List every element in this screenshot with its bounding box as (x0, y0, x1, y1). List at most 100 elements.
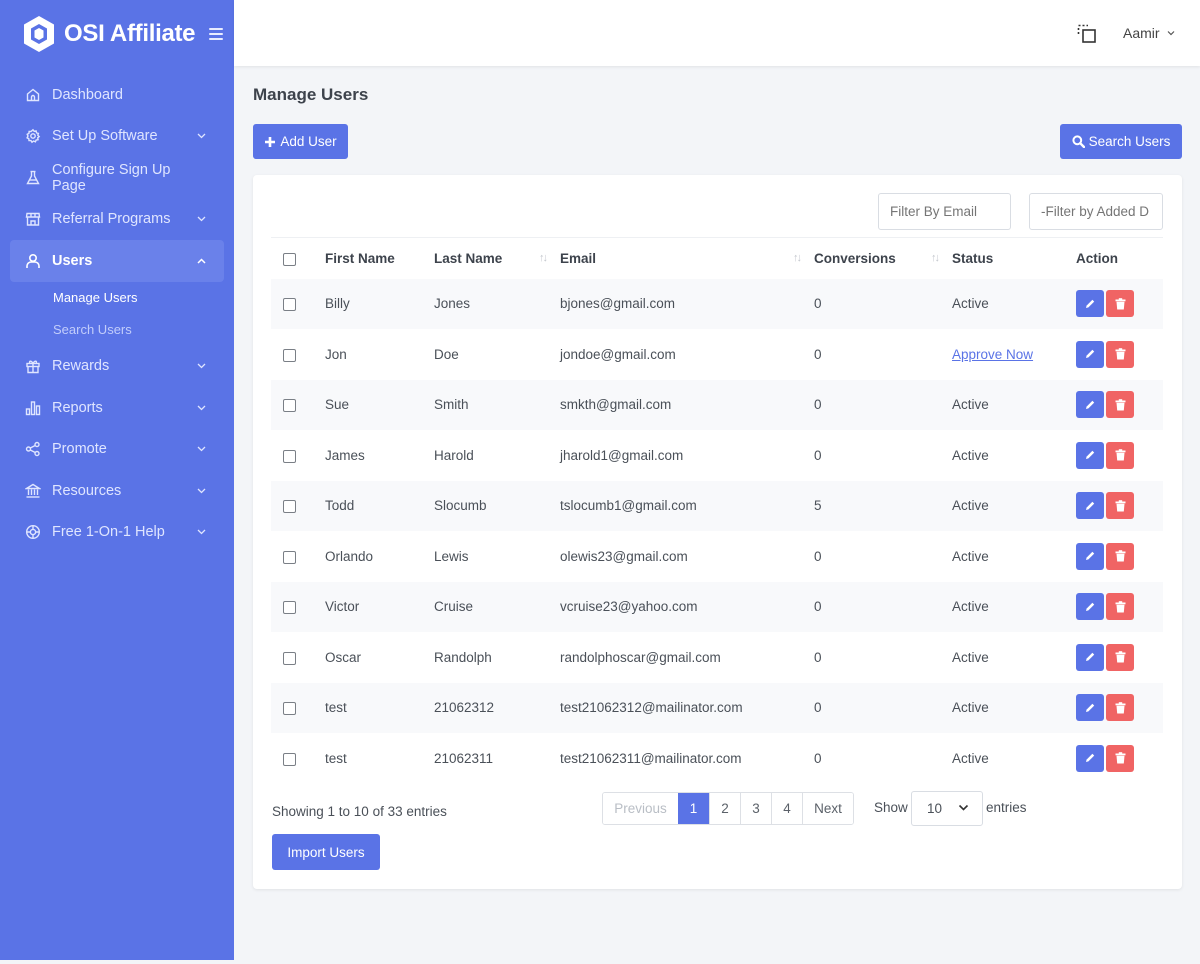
page-size-value: 10 (927, 801, 943, 816)
pagination-page-2[interactable]: 2 (709, 793, 740, 824)
edit-button[interactable] (1076, 593, 1104, 621)
delete-button[interactable] (1106, 593, 1134, 621)
status-cell: Active (952, 279, 1076, 330)
delete-button[interactable] (1106, 340, 1134, 368)
delete-button[interactable] (1106, 694, 1134, 722)
sidebar-item-referral-programs[interactable]: Referral Programs (10, 199, 224, 241)
table-row: Sue Smith smkth@gmail.com 0 Active (271, 379, 1163, 431)
edit-button[interactable] (1076, 391, 1104, 419)
delete-button[interactable] (1106, 290, 1134, 318)
column-header-last-name[interactable]: Last Name ↑↓ (434, 237, 560, 279)
sidebar-item-dashboard[interactable]: Dashboard (10, 74, 224, 116)
sidebar-item-set-up-software[interactable]: Set Up Software (10, 116, 224, 158)
row-checkbox[interactable] (283, 702, 296, 716)
sidebar-item-promote[interactable]: Promote (10, 429, 224, 471)
search-icon (1072, 135, 1085, 148)
home-icon (24, 86, 42, 104)
sidebar-subitem-manage-users[interactable]: Manage Users (53, 282, 224, 314)
trash-icon (1115, 600, 1125, 613)
first-name-cell: Orlando (325, 548, 374, 564)
row-checkbox-cell (271, 582, 325, 633)
edit-button[interactable] (1076, 643, 1104, 671)
sidebar-item-resources[interactable]: Resources (10, 470, 224, 512)
column-header-email[interactable]: Email ↑↓ (560, 237, 814, 279)
user-icon (24, 252, 42, 270)
trash-icon (1115, 449, 1125, 461)
last-name-cell: 21062311 (434, 750, 494, 766)
delete-button[interactable] (1106, 391, 1134, 419)
column-header-first-name[interactable]: First Name (325, 237, 434, 279)
row-checkbox-cell (271, 279, 325, 330)
column-header-status[interactable]: Status (952, 237, 1076, 279)
edit-button[interactable] (1076, 694, 1104, 722)
row-checkbox[interactable] (283, 449, 296, 463)
hamburger-menu-icon[interactable] (209, 28, 224, 40)
brand-name: OSI Affiliate (64, 20, 196, 47)
table-row: Orlando Lewis olewis23@gmail.com 0 Activ… (271, 531, 1163, 582)
select-all-checkbox[interactable] (283, 252, 296, 266)
row-checkbox[interactable] (283, 298, 296, 312)
action-cell (1076, 329, 1163, 380)
page-size-select[interactable]: 10 (911, 791, 983, 826)
pagination-previous[interactable]: Previous (603, 793, 678, 824)
trash-icon (1115, 651, 1125, 663)
status-text: Active (952, 296, 989, 312)
sidebar-item-configure-sign-up-page[interactable]: Configure Sign Up Page (10, 157, 224, 199)
delete-button[interactable] (1106, 492, 1134, 520)
user-menu[interactable]: Aamir (1123, 25, 1175, 41)
import-users-button[interactable]: Import Users (272, 834, 380, 870)
filter-by-email-input[interactable] (878, 193, 1011, 230)
first-name-cell: Billy (325, 296, 350, 312)
row-checkbox-cell (271, 329, 325, 380)
sidebar-item-free-help[interactable]: Free 1-On-1 Help (10, 512, 224, 554)
delete-button[interactable] (1106, 542, 1134, 570)
row-checkbox[interactable] (283, 752, 296, 766)
lifebuoy-icon (24, 523, 42, 541)
store-icon (24, 210, 42, 228)
pencil-icon (1086, 350, 1095, 359)
action-cell (1076, 380, 1163, 431)
action-cell (1076, 430, 1163, 481)
filter-by-added-date-input[interactable] (1029, 193, 1163, 230)
delete-button[interactable] (1106, 441, 1134, 469)
edit-button[interactable] (1076, 340, 1104, 368)
approve-now-link[interactable]: Approve Now (952, 347, 1033, 362)
fullscreen-icon[interactable] (1077, 24, 1097, 44)
edit-button[interactable] (1076, 441, 1104, 469)
sidebar-item-rewards[interactable]: Rewards (10, 346, 224, 388)
row-checkbox[interactable] (283, 550, 296, 564)
table-row: Jon Doe jondoe@gmail.com 0 Approve Now (271, 329, 1163, 380)
delete-button[interactable] (1106, 744, 1134, 772)
pencil-icon (1086, 754, 1095, 763)
pagination-page-4[interactable]: 4 (771, 793, 802, 824)
row-checkbox[interactable] (283, 500, 296, 514)
pagination-next[interactable]: Next (802, 793, 853, 824)
status-text: Active (952, 750, 989, 766)
pagination-page-1[interactable]: 1 (678, 793, 709, 824)
action-cell (1076, 582, 1163, 633)
pagination-page-3[interactable]: 3 (740, 793, 771, 824)
users-table: First Name Last Name ↑↓ Email ↑↓ Conversio… (271, 237, 1163, 784)
conversions-cell: 0 (814, 548, 822, 564)
edit-button[interactable] (1076, 744, 1104, 772)
edit-button[interactable] (1076, 542, 1104, 570)
row-checkbox[interactable] (283, 399, 296, 413)
add-user-button[interactable]: Add User (253, 124, 348, 159)
row-checkbox[interactable] (283, 601, 296, 615)
edit-button[interactable] (1076, 492, 1104, 520)
first-name-cell: test (325, 750, 347, 766)
sidebar-subitem-search-users[interactable]: Search Users (53, 314, 224, 346)
row-checkbox[interactable] (283, 348, 296, 362)
table-body: Billy Jones bjones@gmail.com 0 Active Jo… (271, 278, 1163, 784)
edit-button[interactable] (1076, 290, 1104, 318)
sidebar-item-users[interactable]: Users (10, 240, 224, 282)
sidebar-item-reports[interactable]: Reports (10, 387, 224, 429)
row-checkbox[interactable] (283, 651, 296, 665)
row-checkbox-cell (271, 632, 325, 683)
search-users-button[interactable]: Search Users (1060, 124, 1182, 159)
status-cell: Active (952, 632, 1076, 683)
page-title: Manage Users (253, 85, 369, 104)
column-header-conversions[interactable]: Conversions ↑↓ (814, 237, 952, 279)
delete-button[interactable] (1106, 643, 1134, 671)
email-cell: vcruise23@yahoo.com (560, 599, 698, 615)
